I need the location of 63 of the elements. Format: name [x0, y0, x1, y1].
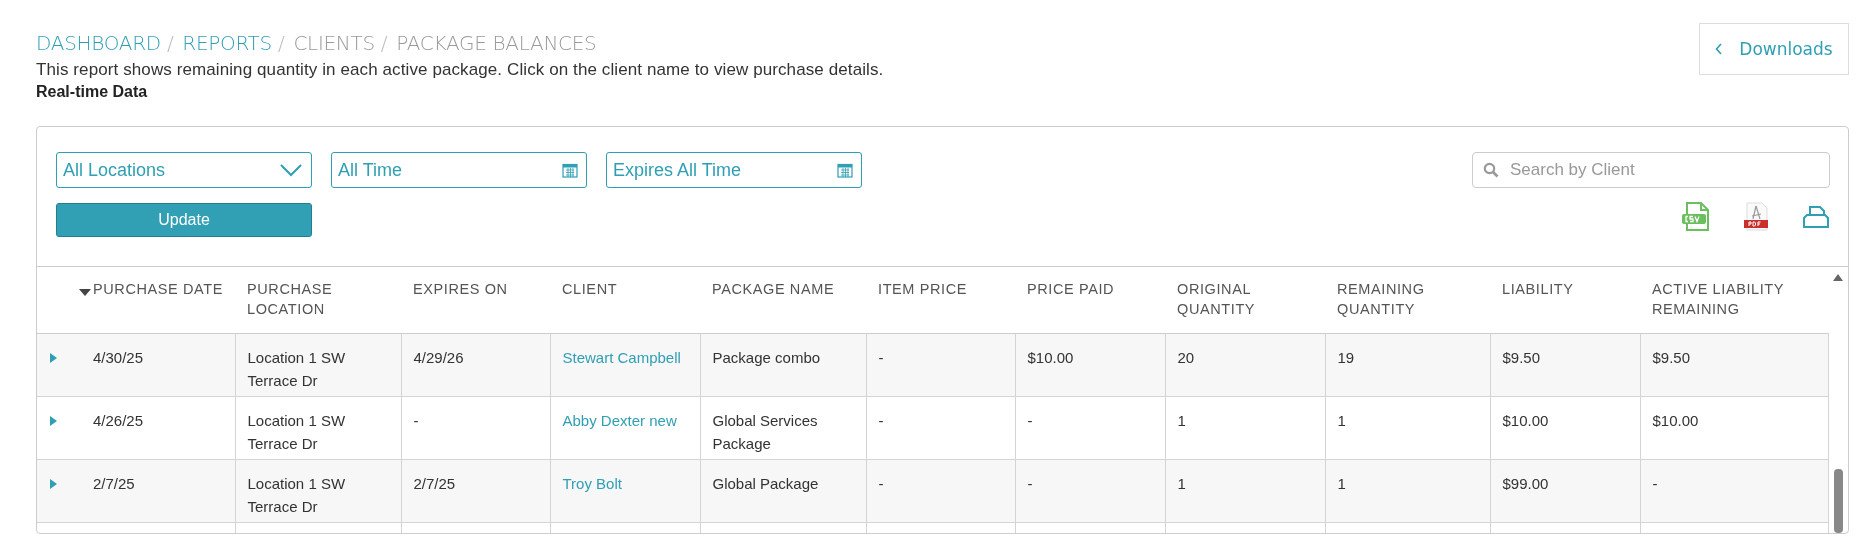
- column-header[interactable]: CLIENT: [550, 267, 700, 334]
- table-cell: -: [878, 349, 884, 366]
- table-cell: $10.00: [1027, 349, 1074, 366]
- scroll-up-arrow-icon[interactable]: [1833, 273, 1843, 281]
- table-cell: 2/7/25: [93, 475, 135, 492]
- breadcrumb-separator: /: [166, 31, 174, 55]
- table-cell: 4/26/25: [93, 412, 144, 429]
- printer-icon[interactable]: [1802, 205, 1830, 229]
- breadcrumb-separator: /: [277, 31, 285, 55]
- table-cell: Location 1 SW Terrace Dr: [247, 412, 346, 452]
- table-cell: 4/30/25: [93, 349, 144, 366]
- data-mode-label: Real-time Data: [36, 83, 149, 101]
- calendar-icon: [562, 162, 578, 178]
- calendar-icon: [837, 162, 853, 178]
- report-description: This report shows remaining quantity in each active package. Click on the client name to view purchase details.: [36, 60, 884, 80]
- column-header[interactable]: ITEM PRICE: [866, 267, 1015, 334]
- breadcrumb-item: CLIENTS: [293, 31, 375, 55]
- table-cell: -: [1652, 475, 1658, 492]
- table-cell: 19: [1337, 349, 1355, 366]
- breadcrumb-separator: /: [380, 31, 388, 55]
- expand-arrow-icon[interactable]: [50, 479, 57, 489]
- expand-arrow-icon[interactable]: [50, 353, 57, 363]
- table-cell: -: [878, 475, 884, 492]
- table-cell: Location 1 SW Terrace Dr: [247, 349, 346, 389]
- table-cell: $10.00: [1652, 412, 1699, 429]
- sort-arrow-icon: [79, 289, 91, 296]
- table-cell: -: [1027, 475, 1033, 492]
- column-header[interactable]: PURCHASE LOCATION: [235, 267, 401, 334]
- pdf-file-icon[interactable]: [1742, 202, 1770, 232]
- scrollbar-thumb[interactable]: [1833, 469, 1843, 533]
- table-cell: -: [878, 412, 884, 429]
- table-cell: $9.50: [1502, 349, 1541, 366]
- table-cell: Global Package: [712, 475, 819, 492]
- table-cell: $10.00: [1502, 412, 1549, 429]
- column-header[interactable]: ORIGINAL QUANTITY: [1165, 267, 1325, 334]
- column-header[interactable]: PACKAGE NAME: [700, 267, 866, 334]
- table-cell: Global Services Package: [712, 412, 818, 452]
- table-cell: -: [1027, 412, 1033, 429]
- column-header[interactable]: LIABILITY: [1490, 267, 1640, 334]
- table-cell: 1: [1337, 412, 1346, 429]
- table-cell: -: [413, 412, 419, 429]
- table-cell: 20: [1177, 349, 1195, 366]
- breadcrumb-item: PACKAGE BALANCES: [396, 31, 597, 55]
- table-cell: 1: [1177, 412, 1186, 429]
- table-cell: Location 1 SW Terrace Dr: [247, 475, 346, 515]
- search-icon: [1483, 162, 1499, 178]
- table-cell: 4/29/26: [413, 349, 464, 366]
- table-cell: 1: [1177, 475, 1186, 492]
- chevron-left-icon: [1715, 43, 1724, 55]
- csv-file-icon[interactable]: [1682, 202, 1710, 232]
- column-header[interactable]: PRICE PAID: [1015, 267, 1165, 334]
- table-cell: 2/7/25: [413, 475, 456, 492]
- table-cell: $99.00: [1502, 475, 1549, 492]
- column-header[interactable]: PURCHASE DATE: [81, 267, 235, 334]
- table-cell: Package combo: [712, 349, 821, 366]
- column-header[interactable]: EXPIRES ON: [401, 267, 550, 334]
- table-cell: 1: [1337, 475, 1346, 492]
- column-header[interactable]: ACTIVE LIABILITY REMAINING: [1640, 267, 1828, 334]
- table-cell: $9.50: [1652, 349, 1691, 366]
- column-header[interactable]: REMAINING QUANTITY: [1325, 267, 1490, 334]
- search-field[interactable]: Search by Client: [1472, 152, 1830, 188]
- expand-arrow-icon[interactable]: [50, 416, 57, 426]
- chevron-down-icon: [279, 163, 303, 177]
